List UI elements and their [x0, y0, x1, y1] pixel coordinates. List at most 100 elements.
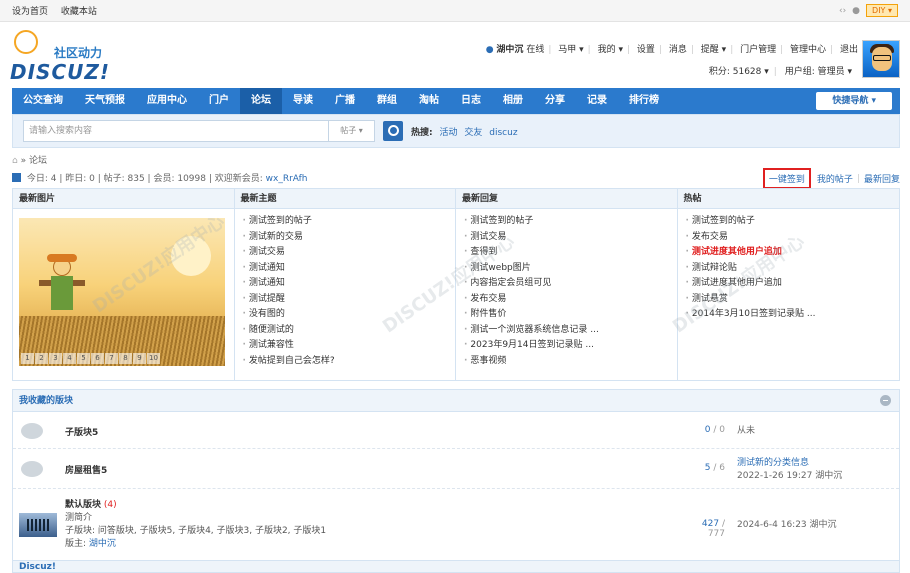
- set-home-link[interactable]: 设为首页: [12, 7, 48, 17]
- col-title: 最新图片: [13, 189, 234, 209]
- slide-page[interactable]: 2: [35, 353, 48, 364]
- newest-member[interactable]: wx_RrAfh: [266, 174, 308, 184]
- table-row[interactable]: 房屋租售5 5 / 6 测试新的分类信息 2022-1-26 19:27 湖中沉: [13, 449, 899, 489]
- avatar[interactable]: [862, 40, 900, 78]
- list-item-highlight[interactable]: 测试进度其他用户追加: [686, 245, 900, 261]
- nav-item-broadcast[interactable]: 广播: [324, 88, 366, 114]
- list-item[interactable]: 测试兼容性: [243, 338, 456, 354]
- search-button[interactable]: [383, 121, 403, 141]
- list-item[interactable]: 测试通知: [243, 276, 456, 292]
- quick-nav-button[interactable]: 快捷导航 ▾: [816, 92, 892, 110]
- nav-item-collection[interactable]: 淘帖: [408, 88, 450, 114]
- palette-icon[interactable]: ●: [852, 6, 860, 16]
- latest-reply-link[interactable]: 最新回复: [864, 172, 900, 185]
- nav-item-portal[interactable]: 门户: [198, 88, 240, 114]
- link-notify[interactable]: 提醒: [701, 45, 719, 55]
- list-item[interactable]: 测试交易: [464, 230, 677, 246]
- nav-item-forum[interactable]: 论坛: [240, 88, 282, 114]
- link-mine[interactable]: 我的: [598, 45, 616, 55]
- user-points[interactable]: 积分: 51628: [709, 67, 762, 77]
- bookmark-link[interactable]: 收藏本站: [61, 7, 97, 17]
- list-item[interactable]: 附件售价: [464, 307, 677, 323]
- list-item[interactable]: 测试交易: [243, 245, 456, 261]
- breadcrumb-forum[interactable]: 论坛: [29, 156, 47, 166]
- last-post-title[interactable]: 测试新的分类信息: [737, 458, 809, 468]
- list-item[interactable]: 测试辩论贴: [686, 261, 900, 277]
- link-alias[interactable]: 马甲: [558, 45, 576, 55]
- nav-item-apps[interactable]: 应用中心: [136, 88, 198, 114]
- checkin-button[interactable]: 一键签到: [762, 168, 811, 189]
- user-meta: 积分: 51628 ▾ | 用户组: 管理员 ▾: [708, 67, 852, 77]
- list-item[interactable]: 2014年3月10日签到记录贴 ...: [686, 307, 900, 323]
- forum-thumbnail: [19, 513, 57, 537]
- link-logout[interactable]: 退出: [840, 45, 858, 55]
- slide-page[interactable]: 7: [105, 353, 118, 364]
- list-item[interactable]: 发布交易: [686, 230, 900, 246]
- home-icon[interactable]: ⌂: [12, 156, 18, 166]
- forum-name[interactable]: 子版块5: [65, 425, 98, 438]
- list-item[interactable]: 发布交易: [464, 292, 677, 308]
- nav-item-bus[interactable]: 公交查询: [12, 88, 74, 114]
- my-posts-link[interactable]: 我的帖子: [817, 172, 853, 185]
- list-item[interactable]: 查得到: [464, 245, 677, 261]
- slide-page[interactable]: 10: [147, 353, 160, 364]
- hot-link[interactable]: discuz: [489, 128, 517, 138]
- username[interactable]: 湖中沉: [496, 45, 523, 55]
- nav-item-share[interactable]: 分享: [534, 88, 576, 114]
- list-item[interactable]: 测试签到的帖子: [464, 214, 677, 230]
- link-portal-admin[interactable]: 门户管理: [740, 45, 776, 55]
- hot-link[interactable]: 交友: [464, 128, 482, 138]
- moderator[interactable]: 湖中沉: [89, 539, 116, 549]
- link-settings[interactable]: 设置: [637, 45, 655, 55]
- slide-page[interactable]: 9: [133, 353, 146, 364]
- link-admin-center[interactable]: 管理中心: [790, 45, 826, 55]
- list-item[interactable]: 发帖提到自己会怎样?: [243, 354, 456, 370]
- search-type-select[interactable]: 帖子 ▾: [329, 120, 375, 142]
- slide-page[interactable]: 4: [63, 353, 76, 364]
- slide-page[interactable]: 1: [21, 353, 34, 364]
- forum-name[interactable]: 默认版块: [65, 500, 101, 510]
- slide-page[interactable]: 3: [49, 353, 62, 364]
- list-item[interactable]: 测试一个浏览器系统信息记录 ...: [464, 323, 677, 339]
- slide-page[interactable]: 6: [91, 353, 104, 364]
- slide-page[interactable]: 5: [77, 353, 90, 364]
- diy-button[interactable]: DIY ▾: [866, 4, 898, 17]
- search-input[interactable]: 请输入搜索内容: [23, 120, 329, 142]
- link-messages[interactable]: 消息: [669, 45, 687, 55]
- next-section-header[interactable]: Discuz!: [13, 560, 899, 572]
- nav-item-groups[interactable]: 群组: [366, 88, 408, 114]
- collapse-icon[interactable]: [880, 395, 891, 406]
- nav-item-blog[interactable]: 日志: [450, 88, 492, 114]
- nav-item-guide[interactable]: 导读: [282, 88, 324, 114]
- nav-item-album[interactable]: 相册: [492, 88, 534, 114]
- list-item[interactable]: 测试悬赏: [686, 292, 900, 308]
- site-logo[interactable]: 社区动力 DISCUZ!: [10, 30, 120, 84]
- user-group[interactable]: 用户组: 管理员: [785, 67, 845, 77]
- list-item[interactable]: 测试提醒: [243, 292, 456, 308]
- slide-image[interactable]: 1 2 3 4 5 6 7 8 9 10: [19, 218, 225, 366]
- top-bar: 设为首页 收藏本站 ‹› ● DIY ▾: [0, 0, 910, 22]
- list-item[interactable]: 恶事视频: [464, 354, 677, 370]
- nav-item-weather[interactable]: 天气预报: [74, 88, 136, 114]
- nav-item-ranking[interactable]: 排行榜: [618, 88, 670, 114]
- list-item[interactable]: 测试进度其他用户追加: [686, 276, 900, 292]
- code-icon[interactable]: ‹›: [839, 6, 846, 16]
- list-item[interactable]: 测试签到的帖子: [243, 214, 456, 230]
- slide-page[interactable]: 8: [119, 353, 132, 364]
- breadcrumb: ⌂ » 论坛: [12, 156, 47, 166]
- list-item[interactable]: 测试通知: [243, 261, 456, 277]
- list-item[interactable]: 测试新的交易: [243, 230, 456, 246]
- table-row[interactable]: 子版块5 0 / 0 从未: [13, 413, 899, 449]
- list-item[interactable]: 测试签到的帖子: [686, 214, 900, 230]
- portal-grid: 最新图片 1 2 3 4 5 6 7 8 9 10 最新主题 测试签到的帖子 测…: [12, 188, 900, 381]
- list-item[interactable]: 内容指定会员组可见: [464, 276, 677, 292]
- table-row[interactable]: 默认版块 (4) 测简介 子版块: 问答版块, 子版块5, 子版块4, 子版块3…: [13, 489, 899, 559]
- nav-item-doing[interactable]: 记录: [576, 88, 618, 114]
- list-item[interactable]: 随便测试的: [243, 323, 456, 339]
- list-item[interactable]: 2023年9月14日签到记录贴 ...: [464, 338, 677, 354]
- hot-link[interactable]: 活动: [439, 128, 457, 138]
- list-item[interactable]: 测试webp图片: [464, 261, 677, 277]
- list-item[interactable]: 没有图的: [243, 307, 456, 323]
- forum-name[interactable]: 房屋租售5: [65, 463, 107, 476]
- sub-forums[interactable]: 子版块: 问答版块, 子版块5, 子版块4, 子版块3, 子版块2, 子版块1: [65, 526, 326, 536]
